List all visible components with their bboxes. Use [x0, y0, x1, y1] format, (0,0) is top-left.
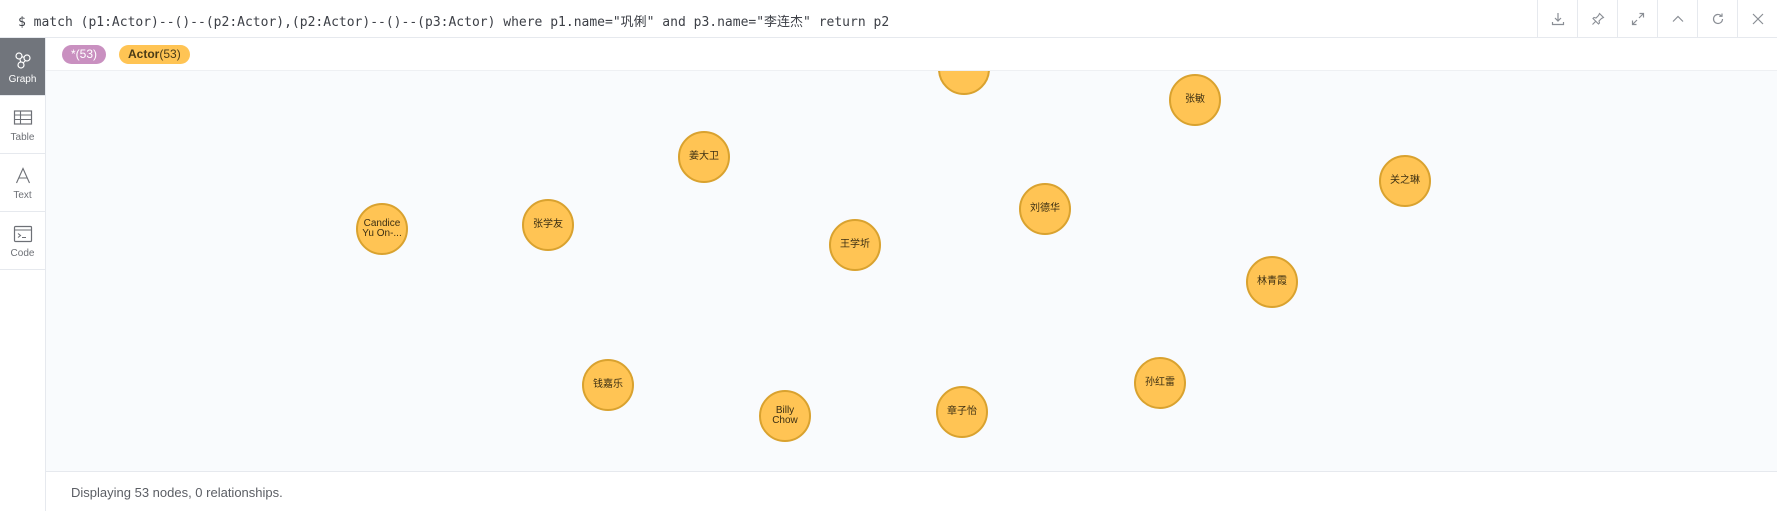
close-icon: [1752, 13, 1763, 25]
query-bar: $ match (p1:Actor)--()--(p2:Actor),(p2:A…: [0, 0, 1777, 38]
graph-icon: [12, 49, 34, 71]
collapse-up-icon: [1672, 15, 1683, 22]
rerun-button[interactable]: [1697, 0, 1737, 38]
legend-actor-count: (53): [159, 47, 181, 61]
graph-node[interactable]: 张学友: [522, 199, 574, 251]
graph-node[interactable]: 姜大卫: [678, 131, 730, 183]
view-sidebar: Graph Table Text Code: [0, 38, 46, 511]
fullscreen-button[interactable]: [1617, 0, 1657, 38]
graph-node[interactable]: 刘德华: [1019, 183, 1071, 235]
sidebar-item-text[interactable]: Text: [0, 154, 45, 212]
rerun-icon: [1712, 13, 1723, 25]
collapse-button[interactable]: [1657, 0, 1697, 38]
table-icon: [12, 107, 34, 129]
frame-toolbar: [1537, 0, 1777, 38]
text-icon: [12, 165, 34, 187]
graph-node[interactable]: 关之琳: [1379, 155, 1431, 207]
graph-node[interactable]: 张敏: [1169, 74, 1221, 126]
legend-actor-label[interactable]: Actor(53): [119, 45, 190, 64]
graph-node[interactable]: Billy Chow: [759, 390, 811, 442]
graph-node[interactable]: 钱嘉乐: [582, 359, 634, 411]
graph-node[interactable]: 孙红雷: [1134, 357, 1186, 409]
pin-button[interactable]: [1577, 0, 1617, 38]
label-legend: *(53) Actor(53): [46, 38, 1777, 71]
graph-node[interactable]: Candice Yu On-...: [356, 203, 408, 255]
graph-node[interactable]: 章子怡: [936, 386, 988, 438]
expand-icon: [1631, 12, 1644, 26]
graph-node[interactable]: [938, 71, 990, 95]
result-frame: $ match (p1:Actor)--()--(p2:Actor),(p2:A…: [0, 0, 1777, 511]
sidebar-item-label: Table: [10, 131, 35, 143]
sidebar-item-label: Code: [10, 247, 35, 259]
sidebar-item-graph[interactable]: Graph: [0, 38, 45, 96]
query-text[interactable]: $ match (p1:Actor)--()--(p2:Actor),(p2:A…: [18, 11, 889, 30]
code-icon: [12, 223, 34, 245]
status-bar: Displaying 53 nodes, 0 relationships.: [46, 471, 1777, 511]
graph-node[interactable]: 王学圻: [829, 219, 881, 271]
sidebar-item-label: Graph: [8, 73, 37, 85]
sidebar-item-label: Text: [13, 189, 32, 201]
legend-all-nodes[interactable]: *(53): [62, 45, 107, 64]
graph-canvas[interactable]: 张敏 姜大卫 关之琳 刘德华 Candice Yu On-... 张学友 王学圻…: [46, 71, 1777, 471]
sidebar-item-code[interactable]: Code: [0, 212, 45, 270]
pin-icon: [1591, 12, 1604, 25]
legend-actor-name: Actor: [128, 47, 160, 61]
status-text: Displaying 53 nodes, 0 relationships.: [71, 485, 283, 500]
download-button[interactable]: [1537, 0, 1577, 38]
sidebar-item-table[interactable]: Table: [0, 96, 45, 154]
download-icon: [1551, 13, 1564, 26]
close-button[interactable]: [1737, 0, 1777, 38]
graph-node[interactable]: 林青霞: [1246, 256, 1298, 308]
